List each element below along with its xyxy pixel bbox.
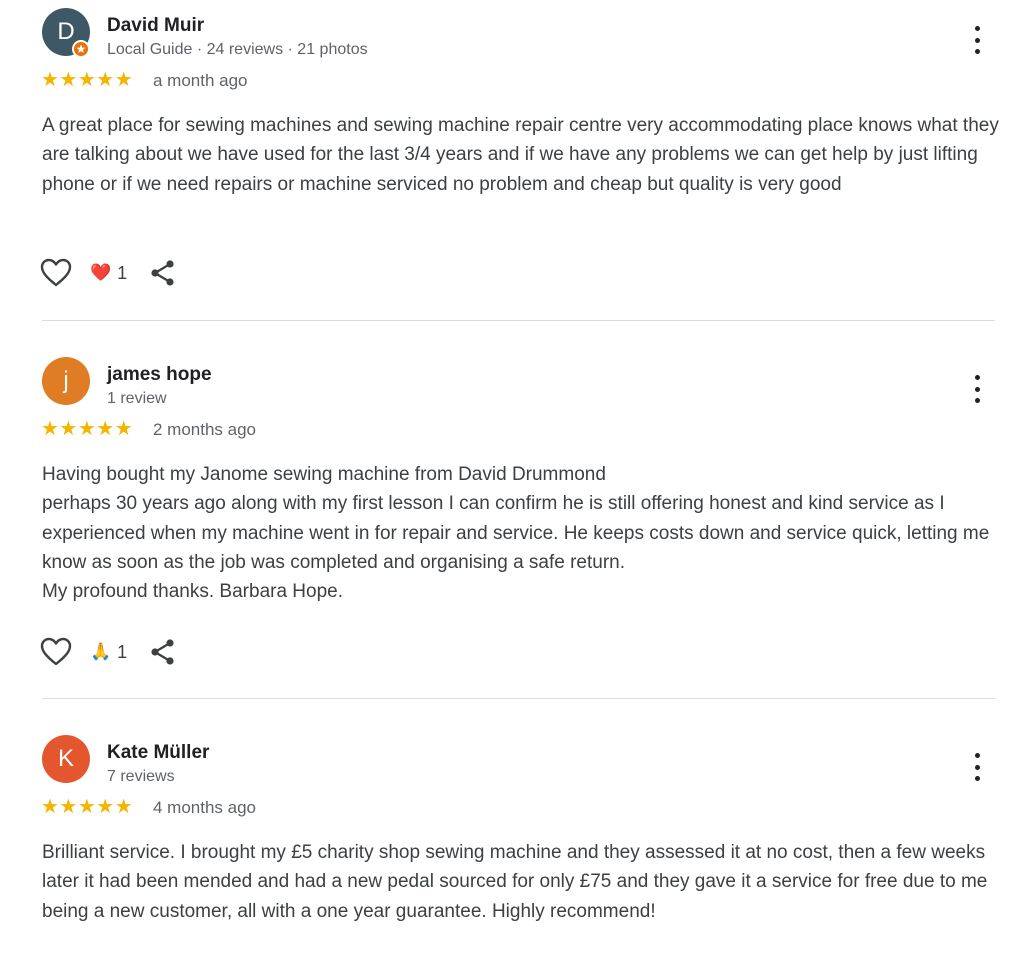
praying-hands-reaction-icon: 🙏 <box>90 642 112 661</box>
star-rating: ★★★★★ <box>41 418 134 440</box>
heart-reaction-icon: ❤️ <box>90 263 112 282</box>
reviewer-name[interactable]: Kate Müller <box>107 742 209 764</box>
star-rating: ★★★★★ <box>41 69 134 91</box>
share-icon[interactable] <box>149 637 177 667</box>
reaction-count[interactable]: 🙏 1 <box>90 642 127 663</box>
review-text: Having bought my Janome sewing machine f… <box>42 464 990 603</box>
review-date: 4 months ago <box>153 798 257 817</box>
divider <box>42 320 995 321</box>
reviewer-meta: Local Guide · 24 reviews · 21 photos <box>107 41 368 58</box>
share-icon[interactable] <box>149 258 177 288</box>
reviewer-name[interactable]: james hope <box>107 364 212 386</box>
reaction-count-value: 1 <box>117 641 128 662</box>
review-date: a month ago <box>153 71 248 90</box>
reviewer-name[interactable]: David Muir <box>107 15 204 37</box>
avatar[interactable]: j <box>42 357 90 405</box>
review-text: A great place for sewing machines and se… <box>42 115 999 195</box>
star-rating: ★★★★★ <box>41 796 134 818</box>
reaction-count[interactable]: ❤️ 1 <box>90 263 127 284</box>
reviewer-meta: 1 review <box>107 390 167 407</box>
review-text: Brilliant service. I brought my £5 chari… <box>42 842 988 922</box>
local-guide-badge-icon <box>72 40 90 58</box>
divider <box>42 698 995 699</box>
reaction-count-value: 1 <box>117 262 128 283</box>
like-heart-icon[interactable] <box>40 637 72 667</box>
review-actions: ❤️ 1 <box>40 258 177 288</box>
reviewer-meta: 7 reviews <box>107 768 175 785</box>
more-options-icon[interactable] <box>966 26 988 54</box>
like-heart-icon[interactable] <box>40 258 72 288</box>
review-actions: 🙏 1 <box>40 637 177 667</box>
more-options-icon[interactable] <box>966 375 988 403</box>
review-date: 2 months ago <box>153 420 257 439</box>
avatar[interactable]: K <box>42 735 90 783</box>
more-options-icon[interactable] <box>966 753 988 781</box>
